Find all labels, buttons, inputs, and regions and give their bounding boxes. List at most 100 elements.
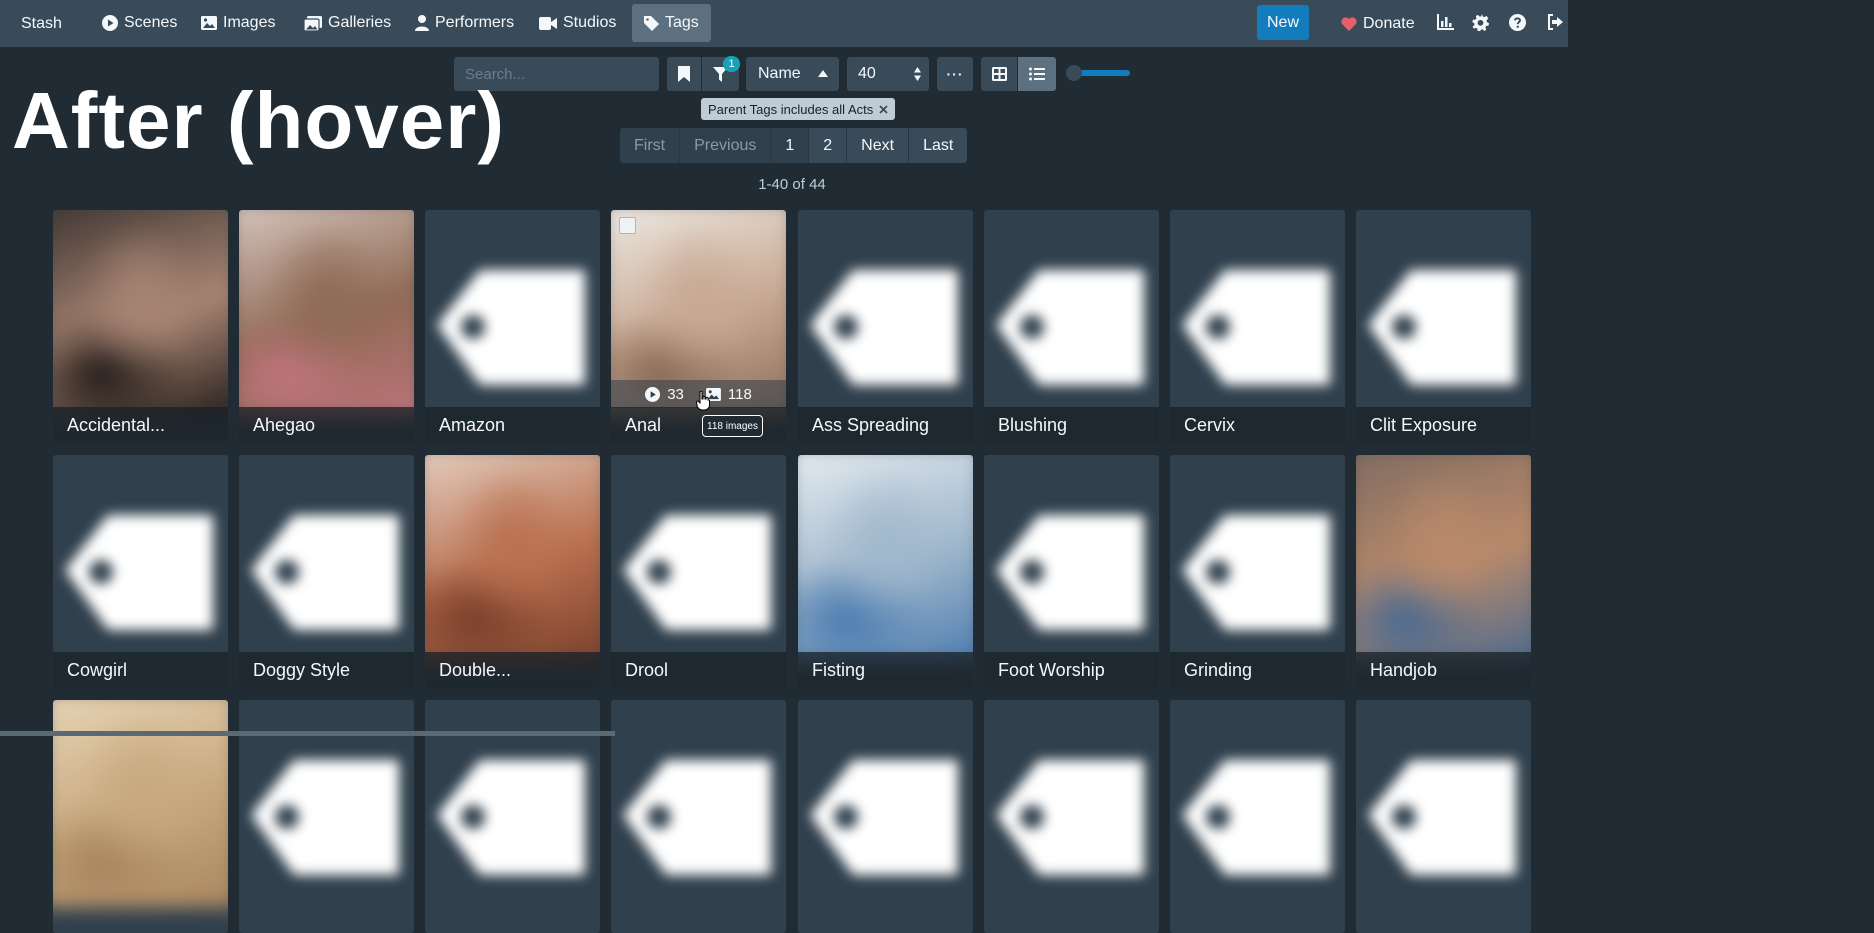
close-icon[interactable] — [879, 104, 888, 114]
default-tag-icon — [810, 270, 958, 385]
page-next-button[interactable]: Next — [847, 128, 910, 163]
tag-name[interactable]: Handjob — [1356, 652, 1531, 688]
tag-card[interactable] — [1170, 700, 1345, 933]
tag-card[interactable]: Handjob — [1356, 455, 1531, 688]
heart-icon — [1341, 16, 1357, 31]
tag-name[interactable]: Drool — [611, 652, 786, 688]
tag-name[interactable]: Ass Spreading — [798, 407, 973, 443]
play-circle-icon — [645, 386, 661, 402]
default-tag-icon — [1182, 515, 1330, 630]
new-button[interactable]: New — [1257, 5, 1309, 40]
zoom-slider-thumb[interactable] — [1066, 65, 1082, 81]
page-previous-button[interactable]: Previous — [680, 128, 772, 163]
tag-name[interactable]: Ahegao — [239, 407, 414, 443]
tag-image — [1356, 210, 1531, 408]
tag-card[interactable]: Accidental... — [53, 210, 228, 443]
tag-name[interactable]: Grinding — [1170, 652, 1345, 688]
select-checkbox[interactable] — [619, 217, 636, 234]
horizontal-scrollbar[interactable] — [0, 731, 615, 736]
default-tag-icon — [996, 515, 1144, 630]
tag-card[interactable] — [798, 700, 973, 933]
page-last-button[interactable]: Last — [909, 128, 968, 163]
nav-studios[interactable]: Studios — [527, 4, 628, 42]
tag-name[interactable]: Amazon — [425, 407, 600, 443]
nav-tags-label: Tags — [665, 14, 699, 31]
default-tag-icon — [996, 760, 1144, 875]
tag-image — [239, 455, 414, 653]
tag-image — [53, 210, 228, 418]
page-first-button[interactable]: First — [620, 128, 681, 163]
nav-performers[interactable]: Performers — [403, 4, 526, 42]
nav-studios-label: Studios — [563, 14, 617, 31]
tag-card[interactable] — [984, 700, 1159, 933]
page-1-button[interactable]: 1 — [771, 128, 810, 163]
tag-name[interactable]: Double... — [425, 652, 600, 688]
tag-image — [611, 210, 786, 418]
tag-card[interactable]: Ahegao — [239, 210, 414, 443]
filter-count-badge: 1 — [723, 56, 740, 72]
donate-button[interactable]: Donate — [1341, 0, 1415, 47]
tag-name[interactable]: Cowgirl — [53, 652, 228, 688]
gear-icon[interactable] — [1472, 14, 1490, 32]
page-2-button[interactable]: 2 — [809, 128, 848, 163]
tag-image — [798, 700, 973, 898]
nav-images[interactable]: Images — [189, 4, 287, 42]
tag-card[interactable]: Grinding — [1170, 455, 1345, 688]
tag-image — [1170, 455, 1345, 653]
user-icon — [415, 15, 429, 31]
per-page-select[interactable]: 40 — [847, 57, 929, 91]
list-view-button[interactable] — [1018, 57, 1056, 91]
tag-name[interactable]: Foot Worship — [984, 652, 1159, 688]
image-count-button[interactable]: 118 — [705, 385, 752, 403]
sort-by-select[interactable]: Name — [746, 57, 839, 91]
image-count-tooltip: 118 images — [702, 415, 763, 437]
chart-icon[interactable] — [1437, 14, 1455, 32]
bookmark-icon — [678, 66, 690, 82]
tag-name[interactable]: Cervix — [1170, 407, 1345, 443]
brand-link[interactable]: Stash — [21, 0, 62, 47]
tag-card[interactable]: Blushing — [984, 210, 1159, 443]
caret-up-icon — [818, 70, 828, 77]
nav-tags[interactable]: Tags — [632, 4, 711, 42]
tag-card[interactable]: Clit Exposure — [1356, 210, 1531, 443]
tag-name[interactable]: Accidental... — [53, 407, 228, 443]
tag-card[interactable]: Drool — [611, 455, 786, 688]
per-page-value: 40 — [858, 65, 876, 82]
tag-name[interactable]: Clit Exposure — [1356, 407, 1531, 443]
tag-card[interactable] — [1356, 700, 1531, 933]
nav-scenes[interactable]: Scenes — [90, 4, 189, 42]
default-tag-icon — [1182, 760, 1330, 875]
tag-card[interactable]: Foot Worship — [984, 455, 1159, 688]
tag-card[interactable]: Amazon — [425, 210, 600, 443]
more-options-button[interactable]: ··· — [937, 57, 973, 91]
nav-galleries[interactable]: Galleries — [292, 4, 403, 42]
tag-card[interactable]: Cowgirl — [53, 455, 228, 688]
tag-image — [984, 210, 1159, 408]
filter-chip: Parent Tags includes all Acts — [701, 98, 896, 120]
tag-name[interactable]: Blushing — [984, 407, 1159, 443]
tag-card[interactable]: Double... — [425, 455, 600, 688]
saved-filters-button[interactable] — [667, 57, 701, 91]
tag-image — [611, 455, 786, 653]
grid-view-button[interactable] — [981, 57, 1017, 91]
default-tag-icon — [996, 270, 1144, 385]
tag-image — [53, 455, 228, 653]
tag-name[interactable]: Fisting — [798, 652, 973, 688]
sign-out-icon[interactable] — [1547, 14, 1565, 32]
tag-card[interactable]: Cervix — [1170, 210, 1345, 443]
tag-card[interactable]: Fisting — [798, 455, 973, 688]
scene-count-button[interactable]: 33 — [645, 386, 684, 403]
tag-card[interactable] — [611, 700, 786, 933]
tag-card[interactable]: Doggy Style — [239, 455, 414, 688]
image-count: 118 — [727, 385, 752, 403]
tag-image — [1170, 700, 1345, 898]
navbar: Stash Scenes Images Galleries Performers… — [0, 0, 1568, 47]
help-icon[interactable] — [1509, 14, 1527, 32]
hand-cursor-icon — [696, 391, 710, 411]
tag-card[interactable]: Ass Spreading — [798, 210, 973, 443]
default-tag-icon — [1182, 270, 1330, 385]
pagination: First Previous 1 2 Next Last — [620, 128, 968, 163]
tag-image — [984, 455, 1159, 653]
tag-name[interactable]: Doggy Style — [239, 652, 414, 688]
tag-image — [1356, 700, 1531, 898]
